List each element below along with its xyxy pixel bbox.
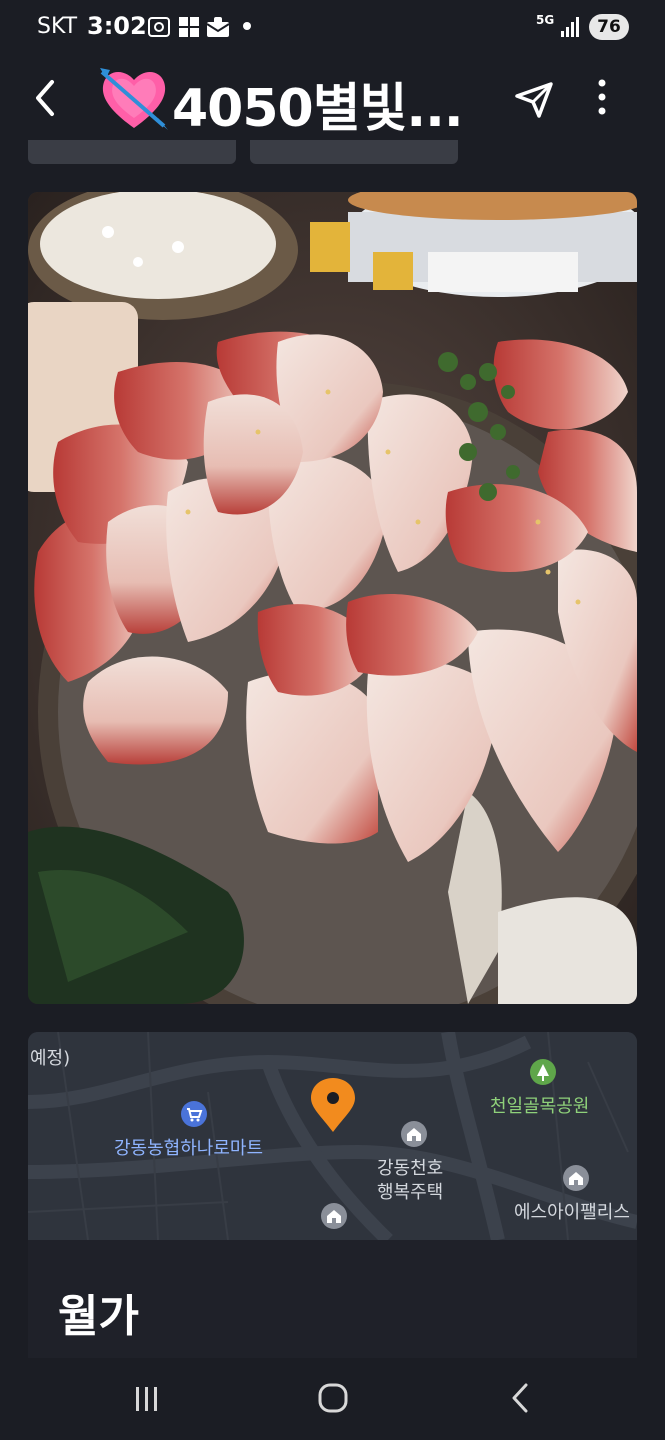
- place-card[interactable]: 월가: [28, 1240, 637, 1358]
- screenshot-icon: [147, 16, 171, 42]
- recent-apps-button[interactable]: [132, 1384, 162, 1418]
- sashimi-photo[interactable]: [28, 192, 637, 1004]
- map-label-palace: 에스아이팰리스: [514, 1202, 630, 1223]
- clock: 3:02: [87, 12, 147, 40]
- house-icon: [320, 1202, 348, 1234]
- map-label-mart: 강동농협하나로마트: [114, 1138, 264, 1159]
- recent-apps-icon: [136, 1387, 157, 1411]
- mail-notification-icon: [206, 16, 230, 42]
- system-back-button[interactable]: [508, 1382, 532, 1418]
- map-label-housing-line1: 강동천호: [377, 1158, 444, 1179]
- map-label-housing-line2: 행복주택: [377, 1182, 444, 1203]
- paper-plane-icon: [515, 82, 553, 118]
- carrier-label: SKT: [37, 14, 78, 39]
- location-map[interactable]: 예정) 강동농협하나로마트 천일골목공원 강동천호 행복주택 에스아이팰리스: [28, 1032, 637, 1240]
- chevron-left-icon: [36, 80, 54, 116]
- chevron-left-icon: [512, 1383, 528, 1413]
- chat-room-title: 4050별빛...: [172, 79, 464, 139]
- map-label-park: 천일골목공원: [490, 1096, 590, 1117]
- system-navigation-bar: [0, 1358, 665, 1440]
- signal-icon: [560, 16, 582, 42]
- park-icon: [529, 1058, 557, 1090]
- place-name: 월가: [58, 1291, 139, 1342]
- status-bar: SKT 3:02 5G 76: [0, 0, 665, 56]
- more-options-button[interactable]: [590, 76, 614, 122]
- chat-header: 4050별빛...: [0, 56, 665, 144]
- battery-indicator: 76: [589, 14, 629, 40]
- notification-dot: [243, 22, 251, 30]
- map-label-partial: 예정): [30, 1048, 71, 1069]
- previous-item-chip[interactable]: [250, 140, 458, 164]
- home-button[interactable]: [317, 1382, 349, 1418]
- heart-arrow-emoji-icon: [96, 64, 172, 134]
- location-pin-icon: [309, 1076, 357, 1138]
- shopping-cart-icon: [180, 1100, 208, 1132]
- previous-item-chip[interactable]: [28, 140, 236, 164]
- grid-app-icon: [178, 16, 200, 42]
- chat-room-screen: SKT 3:02 5G 76 4050별빛... 예정) 강동농협하나로마트 천…: [0, 0, 665, 1440]
- home-icon: [318, 1383, 348, 1413]
- share-button[interactable]: [513, 78, 555, 120]
- vertical-dots-icon: [598, 79, 606, 115]
- house-icon: [400, 1120, 428, 1152]
- building-icon: [562, 1164, 590, 1196]
- back-button[interactable]: [28, 78, 64, 118]
- network-type: 5G: [536, 13, 555, 27]
